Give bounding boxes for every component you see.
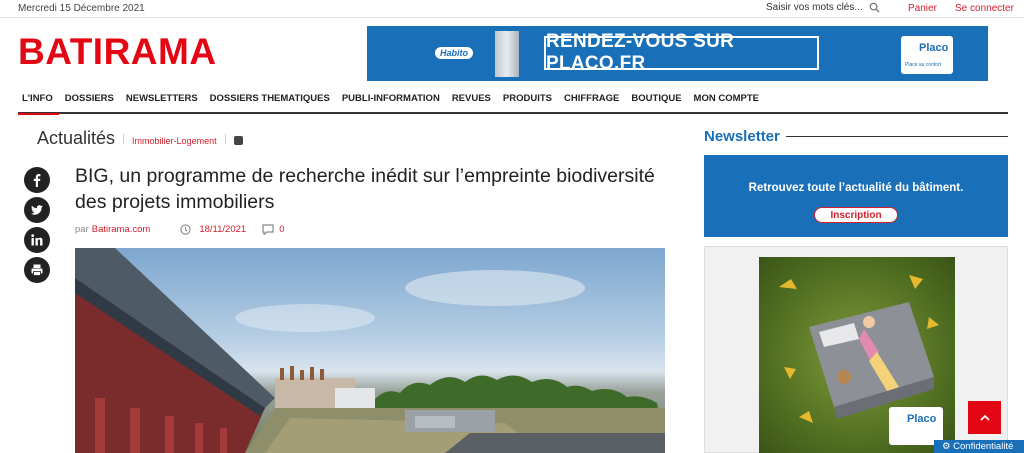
linkedin-share-button[interactable] <box>24 227 50 253</box>
search-icon[interactable] <box>869 2 880 13</box>
newsletter-signup-button[interactable]: Inscription <box>814 207 898 223</box>
section-title: Actualités <box>37 128 116 148</box>
gear-icon: ⚙ <box>942 441 954 452</box>
nav-item-produits[interactable]: PRODUITS <box>497 85 558 113</box>
nav-item-chiffrage[interactable]: CHIFFRAGE <box>558 85 625 113</box>
banner-ad[interactable]: Habito RENDEZ-VOUS SUR PLACO.FR Placo Pl… <box>367 26 988 81</box>
nav-item-revues[interactable]: REVUES <box>446 85 497 113</box>
placo-tagline: Place au confort <box>905 62 942 68</box>
current-date: Mercredi 15 Décembre 2021 <box>18 3 145 14</box>
nav-item-dossiers-thematiques[interactable]: DOSSIERS THEMATIQUES <box>204 85 336 113</box>
newsletter-header: Newsletter <box>704 128 1008 145</box>
separator <box>123 134 125 144</box>
privacy-settings-button[interactable]: ⚙ Confidentialité <box>934 440 1024 453</box>
nav-item-publi-information[interactable]: PUBLI-INFORMATION <box>336 85 446 113</box>
privacy-label: Confidentialité <box>953 441 1014 452</box>
print-icon <box>31 264 43 276</box>
site-logo[interactable]: BATIRAMA <box>18 30 217 74</box>
search-box[interactable]: Saisir vos mots clés... <box>766 2 880 13</box>
facebook-share-button[interactable] <box>24 167 50 193</box>
article-meta: par Batirama.com 18/11/2021 0 <box>75 224 284 235</box>
main-nav: L'INFO DOSSIERS NEWSLETTERS DOSSIERS THE… <box>18 85 1008 115</box>
comment-icon[interactable] <box>262 224 274 235</box>
habito-logo: Habito <box>435 47 473 59</box>
separator <box>224 134 226 144</box>
nav-item-mon-compte[interactable]: MON COMPTE <box>688 85 765 113</box>
banner-cta[interactable]: RENDEZ-VOUS SUR PLACO.FR <box>544 31 819 74</box>
newsletter-text: Retrouvez toute l’actualité du bâtiment. <box>748 182 964 194</box>
top-bar: Mercredi 15 Décembre 2021 Saisir vos mot… <box>0 0 1024 18</box>
nav-item-dossiers[interactable]: DOSSIERS <box>59 85 120 113</box>
sidebar-ad[interactable]: Placo <box>704 246 1008 453</box>
section-header: Actualités Immobilier-Logement <box>37 128 243 149</box>
twitter-share-button[interactable] <box>24 197 50 223</box>
placo-logo: Placo Place au confort <box>901 36 953 74</box>
plasterboard-image <box>495 31 519 77</box>
author-link[interactable]: Batirama.com <box>92 224 151 235</box>
newsletter-box: Retrouvez toute l’actualité du bâtiment.… <box>704 155 1008 237</box>
header-rule <box>785 136 1008 137</box>
rss-icon[interactable] <box>233 136 243 145</box>
newsletter-title: Newsletter <box>704 128 780 145</box>
article-title: BIG, un programme de recherche inédit su… <box>75 165 655 213</box>
placo-brand: Placo <box>919 42 949 54</box>
by-prefix: par <box>75 224 89 235</box>
cart-link[interactable]: Panier <box>908 3 937 14</box>
article-image <box>75 248 665 453</box>
category-link[interactable]: Immobilier-Logement <box>132 136 217 146</box>
print-button[interactable] <box>24 257 50 283</box>
clock-icon <box>180 224 191 235</box>
comment-count[interactable]: 0 <box>279 224 284 235</box>
linkedin-icon <box>31 234 43 246</box>
login-link[interactable]: Se connecter <box>955 3 1014 14</box>
nav-item-boutique[interactable]: BOUTIQUE <box>625 85 687 113</box>
rooftop-photo <box>75 248 665 453</box>
search-input[interactable]: Saisir vos mots clés... <box>766 2 863 13</box>
nav-item-info[interactable]: L'INFO <box>18 85 59 115</box>
twitter-icon <box>31 205 43 215</box>
chevron-up-icon <box>979 414 990 421</box>
placo-ad-brand: Placo <box>907 413 937 425</box>
nav-item-newsletters[interactable]: NEWSLETTERS <box>120 85 204 113</box>
scroll-to-top-button[interactable] <box>968 401 1001 434</box>
publish-date: 18/11/2021 <box>199 224 247 235</box>
facebook-icon <box>33 174 41 187</box>
